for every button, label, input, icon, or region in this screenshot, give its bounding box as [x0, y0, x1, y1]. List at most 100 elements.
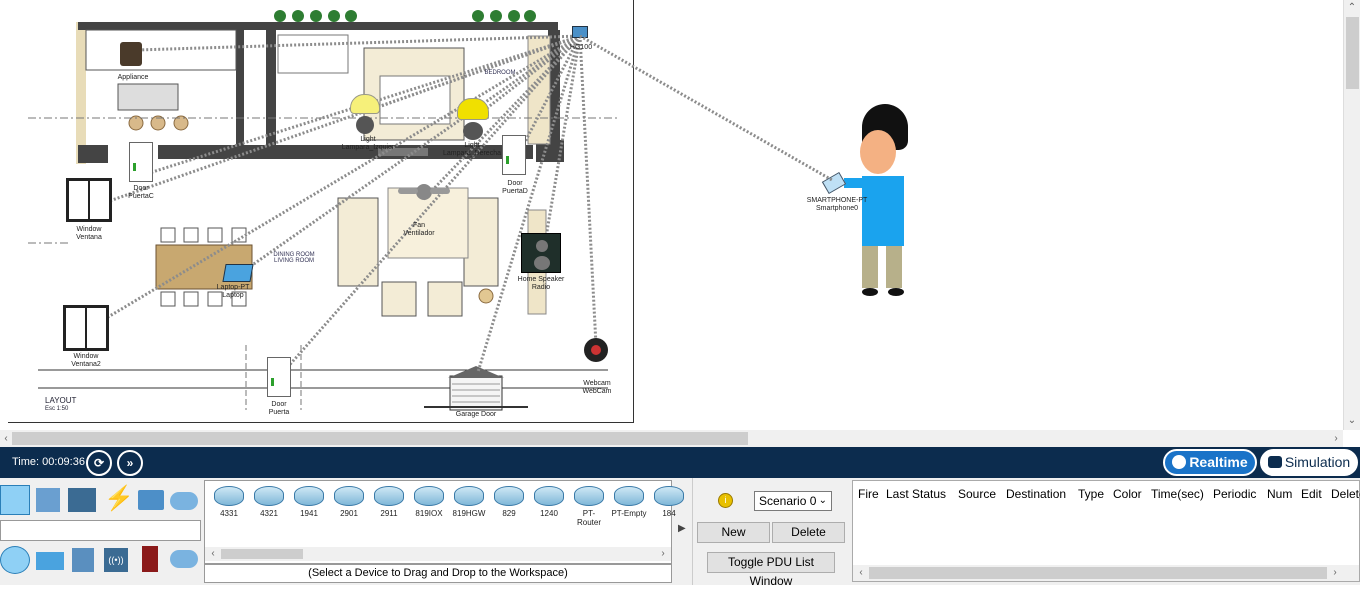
router-icon	[254, 486, 284, 506]
reset-clock-icon[interactable]: ⟳	[86, 450, 112, 476]
router-icon	[574, 486, 604, 506]
router-model-tile[interactable]: 1240	[531, 484, 567, 520]
phone-link-line	[579, 34, 833, 182]
router-icon	[614, 486, 644, 506]
router-icon	[294, 486, 324, 506]
scenario-info-icon[interactable]: i	[718, 493, 733, 508]
vertical-scroll-thumb[interactable]	[1346, 17, 1359, 89]
device-model-list: 4331 4321 1941 2901 2911 819IOX 819HGW 829 1240 P…	[204, 480, 684, 564]
new-scenario-button[interactable]: New	[697, 522, 770, 543]
network-devices-category-icon[interactable]	[0, 485, 30, 515]
pdu-column-header[interactable]: Periodic	[1213, 487, 1256, 501]
router-model-label: 2911	[380, 509, 398, 518]
panel-splitter-arrow-icon[interactable]: ▶	[678, 523, 686, 534]
model-scroll-left-icon[interactable]: ‹	[207, 547, 219, 560]
pdu-scroll-left-icon[interactable]: ‹	[855, 566, 867, 579]
router-model-label: PT-Empty	[611, 509, 647, 518]
horizontal-scroll-thumb[interactable]	[12, 432, 748, 445]
router-model-tile[interactable]: 829	[491, 484, 527, 520]
pdu-column-header[interactable]: Destination	[1006, 487, 1066, 501]
router-model-label: 819HGW	[452, 509, 486, 518]
router-model-label: 4331	[220, 509, 238, 518]
multiuser-category-icon[interactable]	[170, 492, 198, 510]
pdu-column-header[interactable]: Last Status	[886, 487, 946, 501]
pdu-column-header[interactable]: Type	[1078, 487, 1104, 501]
bottom-panel: ⚡ ((•)) 4331 4321 1941 2901 2911 819IOX 819HGW…	[0, 478, 1360, 588]
pdu-column-header[interactable]: Num	[1267, 487, 1292, 501]
fast-forward-icon[interactable]: »	[117, 450, 143, 476]
router-icon	[214, 486, 244, 506]
router-model-tile[interactable]: PT-Empty	[611, 484, 647, 520]
simulation-mode-button[interactable]: Simulation	[1260, 449, 1358, 476]
misc-category-icon[interactable]	[138, 490, 164, 510]
router-icon	[454, 486, 484, 506]
router-model-label: PT-Router	[576, 509, 601, 527]
pdu-column-header[interactable]: Edit	[1301, 487, 1322, 501]
router-model-tile[interactable]: PT-Router	[571, 484, 607, 527]
category-search-field[interactable]	[0, 520, 201, 541]
router-model-tile[interactable]: 1941	[291, 484, 327, 520]
router-icon	[654, 486, 684, 506]
router-model-tile[interactable]: 2901	[331, 484, 367, 520]
router-icon	[494, 486, 524, 506]
chevron-down-icon: ⌄	[818, 495, 827, 506]
pdu-column-header[interactable]: Color	[1113, 487, 1142, 501]
simulation-label: Simulation	[1284, 454, 1351, 470]
pdu-column-header[interactable]: Delete	[1331, 487, 1360, 501]
pdu-column-header[interactable]: Time(sec)	[1151, 487, 1204, 501]
connections-category-icon[interactable]: ⚡	[104, 486, 134, 512]
router-icon	[334, 486, 364, 506]
model-scroll-right-icon[interactable]: ›	[657, 547, 669, 560]
scroll-left-arrow-icon[interactable]: ‹	[0, 432, 12, 445]
router-model-tile[interactable]: 184	[651, 484, 687, 520]
simulation-icon	[1267, 456, 1282, 468]
scenario-select[interactable]: Scenario 0 ⌄	[754, 491, 832, 511]
model-scroll-thumb[interactable]	[221, 549, 303, 559]
router-model-label: 184	[662, 509, 676, 518]
pdu-table: Fire Last Status Source Destination Type Colo…	[852, 480, 1360, 582]
router-model-tile[interactable]: 2911	[371, 484, 407, 520]
wan-emulation-subcategory-icon[interactable]	[170, 550, 198, 568]
wireless-subcategory-icon[interactable]: ((•))	[104, 548, 128, 572]
router-model-label: 829	[502, 509, 516, 518]
router-icon	[414, 486, 444, 506]
workspace-vertical-scrollbar[interactable]: ⌃ ⌄	[1343, 0, 1360, 430]
scroll-up-arrow-icon[interactable]: ⌃	[1346, 1, 1358, 14]
scroll-right-arrow-icon[interactable]: ›	[1330, 432, 1342, 445]
realtime-label: Realtime	[1189, 454, 1248, 470]
pdu-column-header[interactable]: Fire	[858, 487, 879, 501]
router-model-label: 1240	[540, 509, 558, 518]
hubs-subcategory-icon[interactable]	[72, 548, 94, 572]
model-list-scrollbar[interactable]: ‹ ›	[205, 547, 671, 561]
device-category-panel: ⚡ ((•))	[0, 480, 202, 582]
pdu-scroll-thumb[interactable]	[869, 567, 1327, 579]
router-model-label: 2901	[340, 509, 358, 518]
end-devices-category-icon[interactable]	[36, 488, 60, 512]
realtime-mode-button[interactable]: Realtime	[1163, 449, 1257, 476]
logical-workspace[interactable]: Appliance HG100 Light Lampara_Izquier Lig…	[0, 0, 1343, 430]
clock-icon	[1172, 455, 1187, 469]
switches-subcategory-icon[interactable]	[36, 552, 64, 570]
simulation-time: Time: 00:09:36	[12, 456, 85, 468]
pdu-table-scrollbar[interactable]: ‹ ›	[853, 565, 1359, 581]
time-bar: Time: 00:09:36 ⟳ » Realtime Simulation	[0, 447, 1360, 478]
scenario-selected-value: Scenario 0	[759, 494, 817, 508]
router-model-label: 1941	[300, 509, 318, 518]
components-category-icon[interactable]	[68, 488, 96, 512]
scroll-down-arrow-icon[interactable]: ⌄	[1346, 414, 1358, 427]
pdu-column-header[interactable]: Source	[958, 487, 996, 501]
panel-divider	[692, 478, 693, 585]
router-model-tile[interactable]: 819IOX	[411, 484, 447, 520]
router-model-tile[interactable]: 819HGW	[451, 484, 487, 520]
router-model-label: 4321	[260, 509, 278, 518]
routers-subcategory-icon[interactable]	[0, 546, 30, 574]
pdu-scroll-right-icon[interactable]: ›	[1329, 566, 1341, 579]
toggle-pdu-list-button[interactable]: Toggle PDU List Window	[707, 552, 835, 588]
security-subcategory-icon[interactable]	[142, 546, 158, 572]
delete-scenario-button[interactable]: Delete	[772, 522, 845, 543]
router-model-tile[interactable]: 4331	[211, 484, 247, 520]
device-hint-box: (Select a Device to Drag and Drop to the…	[204, 564, 672, 583]
workspace-horizontal-scrollbar[interactable]: ‹ ›	[0, 430, 1343, 447]
router-model-label: 819IOX	[415, 509, 443, 518]
router-model-tile[interactable]: 4321	[251, 484, 287, 520]
